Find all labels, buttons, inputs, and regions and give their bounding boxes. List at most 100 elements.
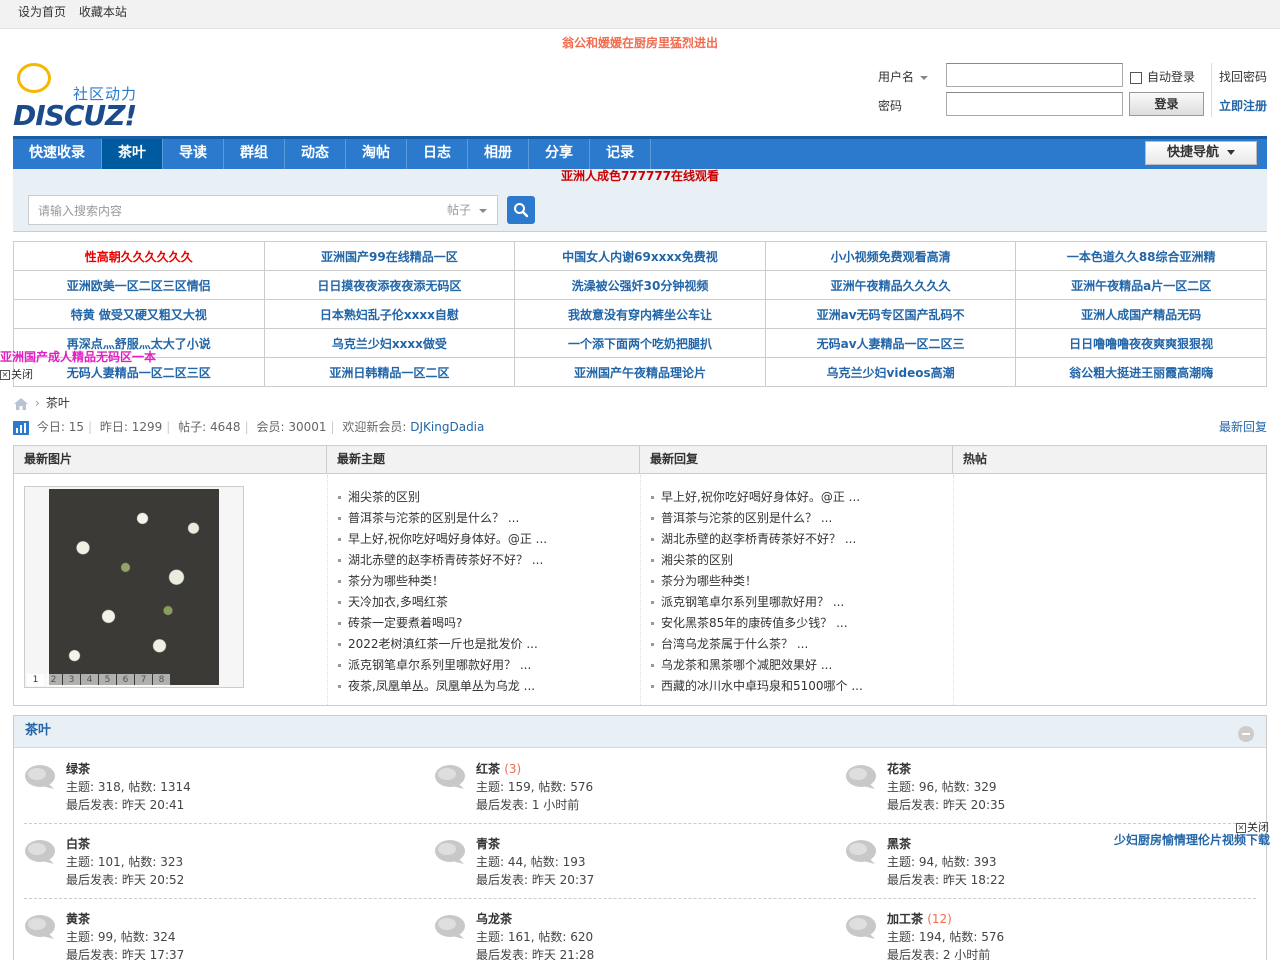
password-input[interactable] [946, 92, 1123, 116]
link-ad[interactable]: 亚洲欧美一区二区三区情侣 [13, 270, 265, 300]
forum-name-text[interactable]: 黄茶 [66, 912, 90, 926]
list-item[interactable]: 早上好,祝你吃好喝好身体好。@正 ... [336, 529, 640, 550]
auto-login-checkbox[interactable]: 自动登录 [1130, 68, 1195, 85]
list-item[interactable]: 湖北赤壁的赵李桥青砖茶好不好？ ... [336, 550, 640, 571]
floating-ad-left[interactable]: 亚洲国产成人精品无码区一本 [0, 348, 156, 365]
link-ad[interactable]: 亚洲av无码专区国产乱码不 [764, 299, 1017, 329]
nav-item-feed[interactable]: 动态 [285, 139, 346, 169]
slideshow-page[interactable]: 2 [45, 674, 62, 686]
nav-item-album[interactable]: 相册 [468, 139, 529, 169]
set-home-link[interactable]: 设为首页 [18, 5, 66, 19]
forum-name[interactable]: 白茶 [66, 835, 90, 852]
slideshow-page[interactable]: 1 [27, 674, 44, 686]
forum-last-post[interactable]: 最后发表: 昨天 20:35 [887, 796, 1005, 813]
nav-text-ad[interactable]: 亚洲人成色777777在线观看 [13, 169, 1267, 187]
list-item[interactable]: 乌龙茶和黑茶哪个减肥效果好 ... [649, 655, 953, 676]
slideshow-page[interactable]: 5 [99, 674, 116, 686]
find-password-link[interactable]: 找回密码 [1219, 68, 1267, 85]
nav-item-blog[interactable]: 日志 [407, 139, 468, 169]
nav-item-tea[interactable]: 茶叶 [102, 139, 163, 169]
list-item[interactable]: 台湾乌龙茶属于什么茶？ ... [649, 634, 953, 655]
nav-item-groups[interactable]: 群组 [224, 139, 285, 169]
link-ad[interactable]: 日日噜噜噜夜夜爽爽狠狠视 [1015, 328, 1267, 358]
home-icon[interactable] [13, 397, 29, 411]
list-item[interactable]: 天冷加衣,多喝红茶 [336, 592, 640, 613]
forum-last-post[interactable]: 最后发表: 2 小时前 [887, 946, 990, 960]
search-button[interactable] [507, 196, 535, 224]
link-ad[interactable]: 亚洲午夜精品a片一区二区 [1015, 270, 1267, 300]
link-ad[interactable]: 无码av人妻精品一区二区三 [764, 328, 1017, 358]
link-ad[interactable]: 一本色道久久88综合亚洲精 [1015, 241, 1267, 271]
link-ad[interactable]: 洗澡被公强奷30分钟视频 [514, 270, 766, 300]
list-item[interactable]: 西藏的冰川水中卓玛泉和5100哪个 ... [649, 676, 953, 697]
forum-last-post[interactable]: 最后发表: 昨天 20:37 [476, 871, 594, 888]
forum-name-text[interactable]: 青茶 [476, 837, 500, 851]
forum-last-post[interactable]: 最后发表: 昨天 20:41 [66, 796, 184, 813]
floating-ad-left-close[interactable]: × 关闭 [0, 366, 33, 382]
forum-last-post[interactable]: 最后发表: 昨天 21:28 [476, 946, 594, 960]
nav-item-share[interactable]: 分享 [529, 139, 590, 169]
username-type-select[interactable]: 用户名 [878, 68, 929, 85]
forum-name-text[interactable]: 乌龙茶 [476, 912, 512, 926]
slideshow-image[interactable] [49, 489, 219, 685]
forum-name[interactable]: 青茶 [476, 835, 500, 852]
link-ad[interactable]: 亚洲日韩精品一区二区 [263, 357, 516, 387]
image-slideshow[interactable]: 12345678 [24, 486, 244, 688]
slideshow-page[interactable]: 7 [135, 674, 152, 686]
slideshow-page[interactable]: 8 [153, 674, 170, 686]
nav-item-guide[interactable]: 导读 [163, 139, 224, 169]
list-item[interactable]: 湖北赤壁的赵李桥青砖茶好不好？ ... [649, 529, 953, 550]
forum-name[interactable]: 乌龙茶 [476, 910, 512, 927]
login-button[interactable]: 登录 [1129, 92, 1204, 116]
nav-item-collections[interactable]: 淘帖 [346, 139, 407, 169]
forum-last-post[interactable]: 最后发表: 昨天 20:52 [66, 871, 184, 888]
new-member-link[interactable]: DJKingDadia [410, 420, 484, 434]
list-item[interactable]: 普洱茶与沱茶的区别是什么？ ... [336, 508, 640, 529]
forum-last-post[interactable]: 最后发表: 1 小时前 [476, 796, 579, 813]
register-link[interactable]: 立即注册 [1219, 97, 1267, 114]
link-ad[interactable]: 亚洲午夜精品久久久久 [764, 270, 1017, 300]
site-logo[interactable]: 社区动力 DISCUZ! [13, 63, 153, 132]
breadcrumb-current[interactable]: 茶叶 [46, 396, 70, 410]
slideshow-page[interactable]: 6 [117, 674, 134, 686]
list-item[interactable]: 茶分为哪些种类！ [649, 571, 953, 592]
bookmark-link[interactable]: 收藏本站 [79, 5, 127, 19]
forum-category-title[interactable]: 茶叶 [25, 723, 51, 738]
forum-name[interactable]: 黄茶 [66, 910, 90, 927]
link-ad[interactable]: 亚洲人成国产精品无码 [1015, 299, 1267, 329]
top-text-ad[interactable]: 翁公和媛媛在厨房里猛烈进出 [0, 31, 1280, 55]
username-input[interactable] [946, 63, 1123, 87]
list-item[interactable]: 2022老树滇红茶一斤也是批发价 ... [336, 634, 640, 655]
list-item[interactable]: 茶分为哪些种类！ [336, 571, 640, 592]
checkbox-icon[interactable] [1130, 71, 1142, 84]
link-ad[interactable]: 日日摸夜夜添夜夜添无码区 [263, 270, 516, 300]
link-ad[interactable]: 特黄 做受又硬又粗又大视 [13, 299, 265, 329]
link-ad[interactable]: 翁公粗大挺进王丽霞高潮嗨 [1015, 357, 1267, 387]
forum-name[interactable]: 花茶 [887, 760, 911, 777]
nav-item-records[interactable]: 记录 [590, 139, 651, 169]
latest-replies-link[interactable]: 最新回复 [1219, 418, 1267, 436]
list-item[interactable]: 普洱茶与沱茶的区别是什么？ ... [649, 508, 953, 529]
list-item[interactable]: 湘尖茶的区别 [649, 550, 953, 571]
forum-last-post[interactable]: 最后发表: 昨天 17:37 [66, 946, 184, 960]
slideshow-page[interactable]: 3 [63, 674, 80, 686]
list-item[interactable]: 派克钢笔卓尔系列里哪款好用？ ... [336, 655, 640, 676]
link-ad[interactable]: 我故意没有穿内裤坐公车让 [514, 299, 766, 329]
forum-name-text[interactable]: 绿茶 [66, 762, 90, 776]
link-ad[interactable]: 乌克兰少妇videos高潮 [764, 357, 1017, 387]
forum-name-text[interactable]: 加工茶 [887, 912, 923, 926]
forum-last-post[interactable]: 最后发表: 昨天 18:22 [887, 871, 1005, 888]
collapse-icon[interactable] [1238, 726, 1254, 742]
forum-name[interactable]: 红茶 (3) [476, 760, 521, 777]
link-ad[interactable]: 日本熟妇乱子伦xxxx自慰 [263, 299, 516, 329]
forum-name[interactable]: 绿茶 [66, 760, 90, 777]
link-ad[interactable]: 一个添下面两个吃奶把腿扒 [514, 328, 766, 358]
forum-name[interactable]: 黑茶 [887, 835, 911, 852]
link-ad[interactable]: 亚洲国产99在线精品一区 [263, 241, 516, 271]
forum-name-text[interactable]: 花茶 [887, 762, 911, 776]
quick-nav-button[interactable]: 快捷导航 [1145, 141, 1257, 165]
search-input[interactable]: 请输入搜索内容 [28, 195, 454, 225]
list-item[interactable]: 夜茶,凤凰单丛。凤凰单丛为乌龙 ... [336, 676, 640, 697]
floating-ad-right[interactable]: 少妇厨房愉情理伦片视频下载 [1114, 831, 1270, 848]
link-ad[interactable]: 乌克兰少妇xxxx做受 [263, 328, 516, 358]
